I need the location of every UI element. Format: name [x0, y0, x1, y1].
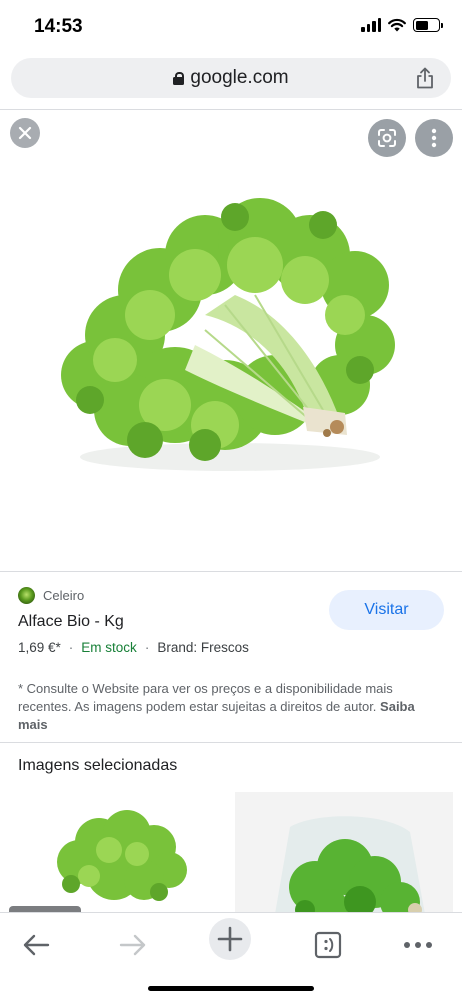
status-icons — [361, 18, 443, 32]
product-brand: Brand: Frescos — [157, 640, 249, 655]
source-logo-icon — [18, 587, 35, 604]
lettuce-thumbnail — [57, 810, 187, 901]
source-name: Celeiro — [43, 588, 85, 603]
related-image-1[interactable] — [9, 792, 226, 914]
status-time: 14:53 — [34, 16, 83, 37]
tab-switcher-icon — [314, 931, 342, 959]
menu-button[interactable] — [396, 923, 440, 967]
bagged-lettuce-thumbnail — [275, 816, 425, 914]
url-text: google.com — [190, 67, 289, 88]
forward-arrow-icon — [119, 934, 146, 956]
product-title[interactable]: Alface Bio - Kg — [18, 613, 124, 631]
lettuce-image[interactable] — [55, 195, 405, 495]
close-button[interactable] — [10, 118, 40, 148]
product-price: 1,69 €* — [18, 640, 61, 655]
lock-icon — [173, 71, 185, 85]
related-images-title: Imagens selecionadas — [18, 757, 178, 774]
plus-icon — [217, 926, 243, 952]
close-icon — [18, 126, 32, 140]
stock-status: Em stock — [81, 640, 137, 655]
share-icon[interactable] — [415, 67, 435, 89]
more-options-button[interactable] — [415, 119, 453, 157]
battery-icon — [413, 18, 443, 32]
more-vert-icon — [431, 128, 437, 148]
more-horiz-icon — [404, 942, 432, 948]
visit-button[interactable]: Visitar — [329, 590, 444, 630]
disclaimer: * Consulte o Website para ver os preços … — [18, 680, 438, 734]
product-meta: 1,69 €* · Em stock · Brand: Frescos — [18, 640, 249, 655]
new-tab-button[interactable] — [209, 918, 251, 960]
lens-button[interactable] — [368, 119, 406, 157]
disclaimer-text: * Consulte o Website para ver os preços … — [18, 681, 393, 714]
cellular-signal-icon — [361, 18, 381, 32]
separator-dot: · — [144, 640, 150, 655]
viewer-divider — [0, 571, 462, 572]
lens-icon — [378, 129, 396, 147]
separator-dot: · — [68, 640, 74, 655]
source-row[interactable]: Celeiro — [18, 587, 84, 604]
image-viewer — [0, 110, 462, 572]
related-image-2[interactable] — [235, 792, 453, 914]
status-bar: 14:53 — [0, 0, 462, 54]
tab-switcher-button[interactable] — [306, 923, 350, 967]
section-divider — [0, 742, 462, 743]
address-bar[interactable]: google.com — [11, 58, 451, 98]
forward-button[interactable] — [111, 923, 155, 967]
back-button[interactable] — [14, 923, 58, 967]
back-arrow-icon — [23, 934, 50, 956]
home-indicator — [148, 986, 314, 991]
wifi-icon — [388, 18, 406, 32]
